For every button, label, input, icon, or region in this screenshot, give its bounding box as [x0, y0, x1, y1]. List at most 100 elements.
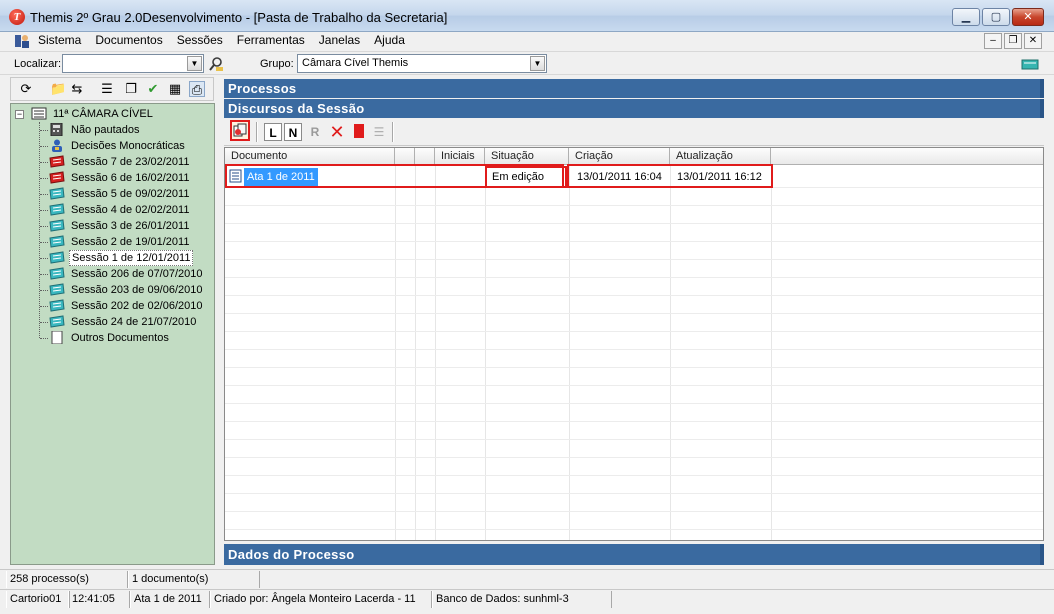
- document-toolbar: L N R ✕ ☰: [224, 118, 1044, 146]
- close-button[interactable]: ✕: [1012, 8, 1044, 26]
- stack-icon[interactable]: ☰: [99, 81, 115, 97]
- session-teal-icon: [49, 251, 65, 264]
- tree-item-label: Sessão 7 de 23/02/2011: [71, 156, 190, 168]
- tree-item-label: Outros Documentos: [71, 332, 169, 344]
- tree-item-label: Sessão 1 de 12/01/2011: [69, 250, 194, 266]
- tree-root-label: 11ª CÂMARA CÍVEL: [53, 108, 153, 120]
- highlight-datas-box: [567, 164, 773, 188]
- tree-item-label: Sessão 202 de 02/06/2010: [71, 300, 203, 312]
- child-close-button[interactable]: ✕: [1024, 33, 1042, 49]
- discursos-header[interactable]: Discursos da Sessão: [224, 99, 1044, 118]
- copy-icon[interactable]: ❐: [123, 81, 139, 97]
- calculator-icon: [50, 123, 63, 136]
- tree-item-label: Não pautados: [71, 124, 140, 136]
- menu-documentos[interactable]: Documentos: [95, 33, 162, 48]
- chevron-down-icon[interactable]: ▼: [530, 56, 545, 71]
- menu-ferramentas[interactable]: Ferramentas: [237, 33, 305, 48]
- col-atualizacao[interactable]: Atualização: [670, 148, 771, 165]
- menu-sistema[interactable]: Sistema: [38, 33, 81, 48]
- col-situacao[interactable]: Situação: [485, 148, 569, 165]
- grid-header: Documento Iniciais Situação Criação Atua…: [225, 148, 1043, 165]
- documents-grid: Documento Iniciais Situação Criação Atua…: [224, 147, 1044, 541]
- tree-item-label: Sessão 203 de 09/06/2010: [71, 284, 203, 296]
- localizar-combo[interactable]: ▼: [62, 54, 204, 73]
- session-teal-icon: [49, 283, 65, 296]
- discursos-title: Discursos da Sessão: [228, 101, 365, 116]
- session-red-icon: [49, 171, 65, 184]
- sessions-tree: − 11ª CÂMARA CÍVEL Não pautados Decisões …: [10, 103, 215, 565]
- refresh-icon[interactable]: ⟳: [18, 81, 34, 97]
- processos-title: Processos: [228, 81, 297, 96]
- move-icon[interactable]: ⇆: [69, 81, 85, 97]
- splitter[interactable]: [216, 77, 222, 565]
- status-documento: Ata 1 de 2011: [130, 591, 210, 608]
- session-teal-icon: [49, 299, 65, 312]
- tree-item-label: Sessão 24 de 21/07/2010: [71, 316, 197, 328]
- new-document-icon: [233, 123, 247, 137]
- tree-item-label: Sessão 2 de 19/01/2011: [71, 236, 190, 248]
- col-documento[interactable]: Documento: [225, 148, 395, 165]
- new-document-button[interactable]: [230, 120, 250, 141]
- btn-n[interactable]: N: [284, 123, 302, 141]
- menu-sessoes[interactable]: Sessões: [177, 33, 223, 48]
- btn-r[interactable]: R: [306, 123, 324, 141]
- title-bar: T Themis 2º Grau 2.0Desenvolvimento - [P…: [0, 0, 1054, 32]
- session-red-icon: [49, 155, 65, 168]
- stack-disabled-icon: ☰: [373, 125, 385, 139]
- col-blank-1[interactable]: [395, 148, 415, 165]
- delete-icon[interactable]: ✕: [328, 123, 346, 141]
- check-icon[interactable]: ✔: [145, 81, 161, 97]
- status-processos: 258 processo(s): [6, 571, 128, 588]
- col-criacao[interactable]: Criação: [569, 148, 670, 165]
- session-teal-icon: [49, 219, 65, 232]
- new-folder-icon[interactable]: 📁: [50, 81, 66, 97]
- child-minimize-button[interactable]: –: [984, 33, 1002, 49]
- status-bar-top: 258 processo(s) 1 documento(s): [0, 569, 1054, 588]
- minimize-button[interactable]: ▁: [952, 8, 980, 26]
- collapse-toggle[interactable]: −: [15, 110, 24, 119]
- calculator-icon[interactable]: ▦: [167, 81, 183, 97]
- menu-bar: Sistema Documentos Sessões Ferramentas J…: [0, 32, 1054, 50]
- chevron-down-icon[interactable]: ▼: [187, 56, 202, 71]
- tree-item-label: Decisões Monocráticas: [71, 140, 185, 152]
- col-blank-2[interactable]: [415, 148, 435, 165]
- tree-item-label: Sessão 206 de 07/07/2010: [71, 268, 203, 280]
- session-teal-icon: [49, 315, 65, 328]
- col-iniciais[interactable]: Iniciais: [435, 148, 485, 165]
- status-documentos: 1 documento(s): [128, 571, 260, 588]
- grupo-value: Câmara Cível Themis: [302, 57, 409, 69]
- person-icon: [52, 139, 62, 152]
- find-icon[interactable]: [208, 56, 224, 72]
- dados-title: Dados do Processo: [228, 547, 355, 562]
- court-icon: [31, 107, 47, 120]
- status-criado-por: Criado por: Ângela Monteiro Lacerda - 11: [210, 591, 432, 608]
- app-logo-icon: T: [9, 9, 25, 25]
- system-menu-icon[interactable]: [14, 33, 30, 49]
- session-teal-icon: [49, 187, 65, 200]
- maximize-button[interactable]: ▢: [982, 8, 1010, 26]
- status-hora: 12:41:05: [68, 591, 130, 608]
- processos-header[interactable]: Processos: [224, 79, 1044, 98]
- menu-ajuda[interactable]: Ajuda: [374, 33, 405, 48]
- grupo-combo[interactable]: Câmara Cível Themis ▼: [297, 54, 547, 73]
- tree-item-label: Sessão 6 de 16/02/2011: [71, 172, 190, 184]
- child-restore-button[interactable]: ❐: [1004, 33, 1022, 49]
- print-icon[interactable]: ⎙: [189, 81, 205, 97]
- btn-l[interactable]: L: [264, 123, 282, 141]
- localizar-label: Localizar:: [14, 58, 62, 70]
- window-title: Themis 2º Grau 2.0Desenvolvimento - [Pas…: [30, 10, 448, 25]
- tree-toolbar: ⟳ 📁 ⇆ ☰ ❐ ✔ ▦ ⎙: [10, 77, 214, 101]
- red-book-icon[interactable]: [350, 123, 368, 141]
- session-teal-icon: [49, 267, 65, 280]
- tree-item-label: Sessão 4 de 02/02/2011: [71, 204, 190, 216]
- session-teal-icon: [49, 235, 65, 248]
- tree-item-label: Sessão 5 de 09/02/2011: [71, 188, 190, 200]
- grupo-label: Grupo:: [260, 58, 294, 70]
- menu-janelas[interactable]: Janelas: [319, 33, 360, 48]
- highlight-situacao-box: [485, 166, 567, 188]
- status-bar-bottom: Cartorio01 12:41:05 Ata 1 de 2011 Criado…: [0, 589, 1054, 608]
- tree-item-label: Sessão 3 de 26/01/2011: [71, 220, 190, 232]
- dados-header[interactable]: Dados do Processo: [224, 544, 1044, 565]
- session-tool-icon[interactable]: [1020, 57, 1040, 71]
- document-icon: [51, 331, 63, 344]
